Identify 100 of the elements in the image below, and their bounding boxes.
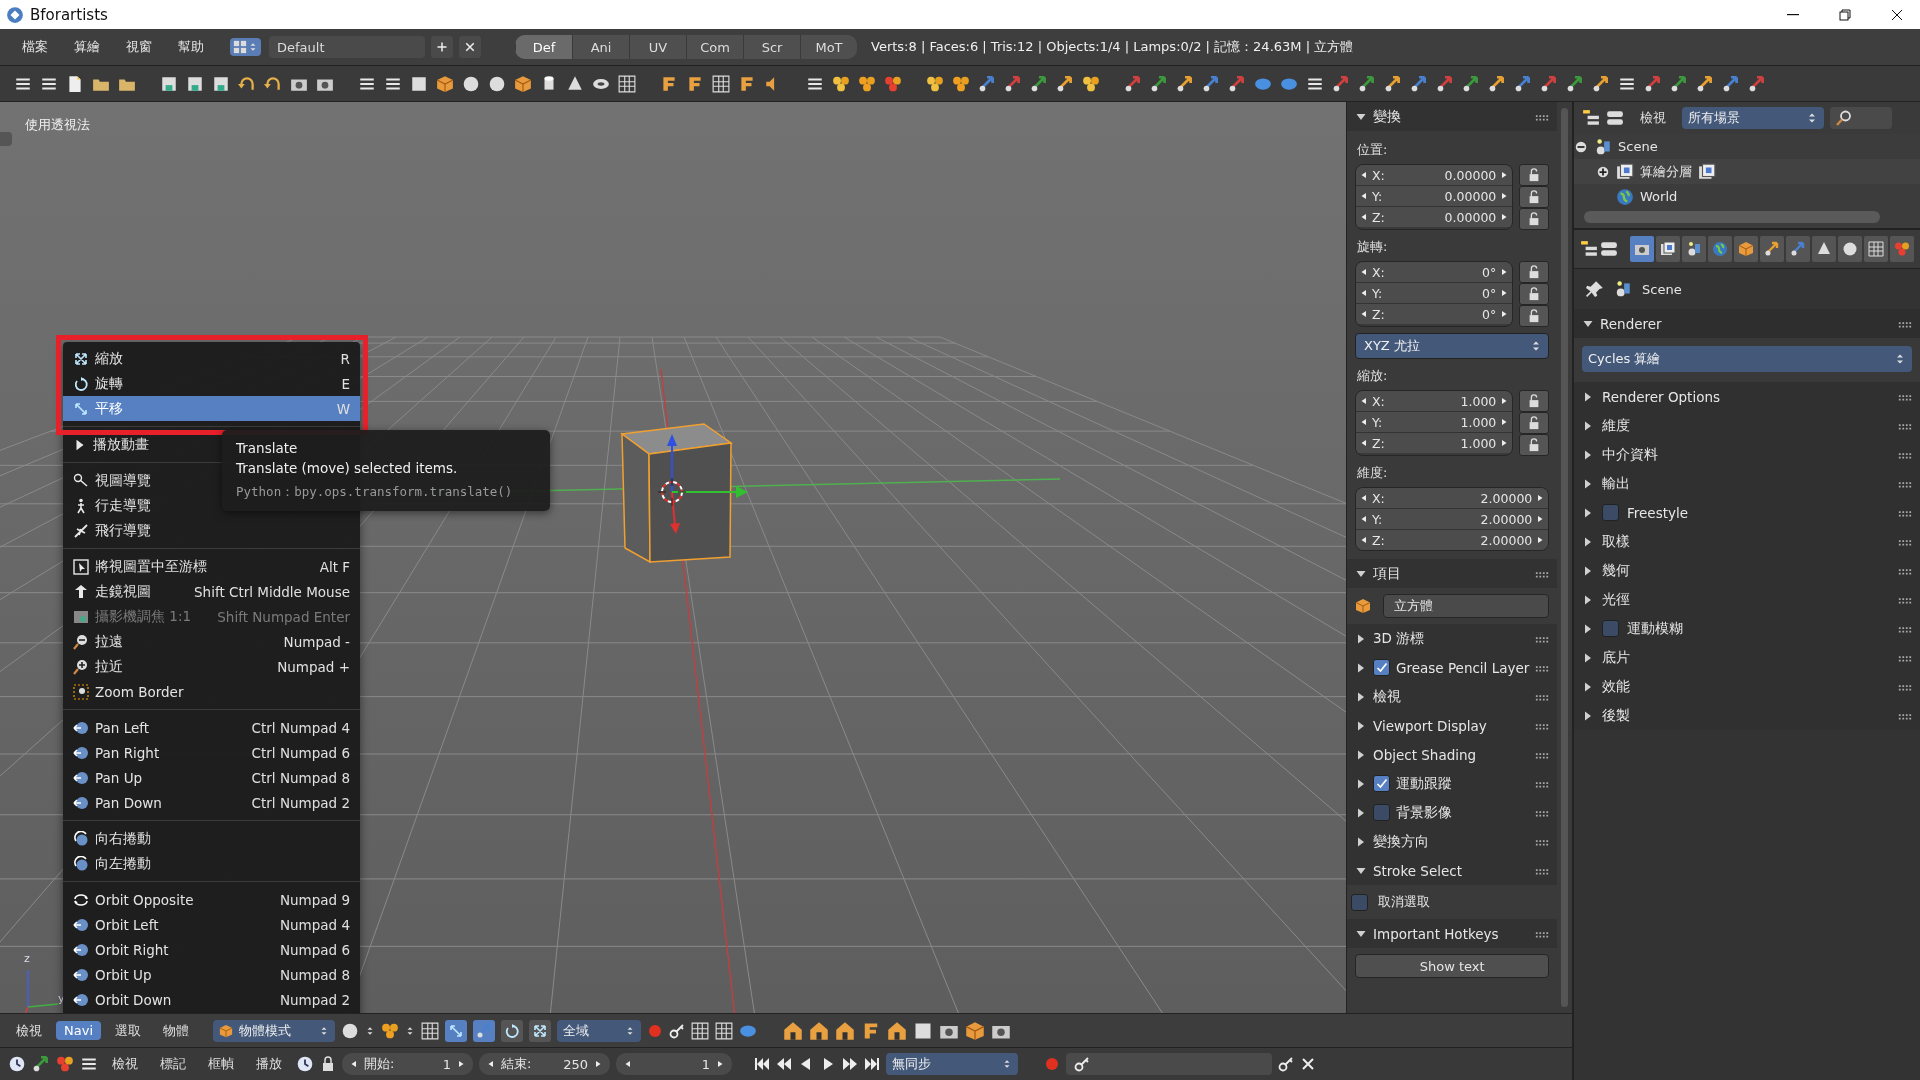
decrement-arrow-icon[interactable] (1360, 213, 1368, 221)
arrow-tool-icon[interactable] (1566, 74, 1584, 93)
number-field[interactable]: Z: 0° (1356, 304, 1513, 324)
cube-icon[interactable] (436, 74, 454, 93)
workspace-tab[interactable]: UV (629, 35, 686, 59)
decrement-arrow-icon[interactable] (1360, 536, 1368, 544)
outliner-row[interactable]: World (1574, 184, 1920, 209)
lock-button[interactable] (1519, 305, 1550, 327)
properties-tab[interactable] (1682, 236, 1706, 262)
header-menu[interactable]: 播放 (248, 1053, 290, 1075)
panel-header[interactable]: Stroke Select (1347, 856, 1558, 885)
properties-tab[interactable] (1864, 236, 1888, 262)
increment-arrow-icon[interactable] (1500, 418, 1509, 426)
menu-item[interactable]: Orbit Opposite Numpad 9 (63, 887, 360, 912)
increment-arrow-icon[interactable] (1500, 192, 1509, 200)
outliner-row[interactable]: 算繪分層 (1574, 159, 1920, 184)
number-field[interactable]: Y: 2.00000 (1356, 509, 1549, 530)
collapse-icon[interactable] (1574, 139, 1588, 154)
decrement-arrow-icon[interactable] (1360, 515, 1368, 523)
lock-button[interactable] (1519, 186, 1550, 208)
properties-tab[interactable] (1812, 236, 1836, 262)
record-icon[interactable] (1044, 1056, 1060, 1072)
number-field[interactable]: Y: 0° (1356, 283, 1513, 304)
grid-icon[interactable] (691, 1021, 709, 1040)
menu-item[interactable]: 算繪 (64, 36, 110, 58)
workspace-tab[interactable]: Def (515, 35, 572, 59)
increment-arrow-icon[interactable] (1536, 536, 1545, 544)
menu-item[interactable]: 視窗 (116, 36, 162, 58)
arrow-tool-icon[interactable] (1228, 74, 1246, 93)
decrement-arrow-icon[interactable] (1360, 418, 1368, 426)
key-icon[interactable] (1278, 1056, 1294, 1072)
grid-icon[interactable] (715, 1021, 733, 1040)
checkbox[interactable] (1602, 620, 1619, 637)
manipulator-button[interactable] (445, 1019, 467, 1042)
updown-arrows-icon[interactable] (365, 1025, 375, 1036)
arrow-tool-icon[interactable] (1410, 74, 1428, 93)
increment-arrow-icon[interactable] (1536, 515, 1545, 523)
increment-arrow-icon[interactable] (1500, 397, 1509, 405)
properties-tab[interactable] (1786, 236, 1810, 262)
checkbox[interactable] (1373, 659, 1390, 676)
panel-header[interactable]: Object Shading (1347, 740, 1558, 769)
dots-icon[interactable] (858, 74, 876, 93)
jump-start-icon[interactable] (754, 1056, 770, 1072)
header-menu[interactable]: 檢視 (104, 1053, 146, 1075)
grid-icon[interactable] (421, 1021, 439, 1040)
menu-item[interactable]: 拉近 Numpad + (63, 654, 360, 679)
increment-arrow-icon[interactable] (594, 1060, 602, 1068)
show-text-button[interactable]: Show text (1355, 954, 1550, 978)
object-name-field[interactable]: 立方體 (1383, 594, 1550, 618)
checkbox[interactable] (1602, 504, 1619, 521)
arrow-tool-icon[interactable] (1722, 74, 1740, 93)
panel-header[interactable]: 3D 游標 (1347, 624, 1558, 653)
arrow-tool-icon[interactable] (1696, 74, 1714, 93)
number-field[interactable]: X: 2.00000 (1356, 488, 1549, 509)
increment-arrow-icon[interactable] (716, 1060, 724, 1068)
jump-end-icon[interactable] (864, 1056, 880, 1072)
properties-tab[interactable] (1708, 236, 1732, 262)
panel-header[interactable]: 背景影像 (1347, 798, 1558, 827)
search-field[interactable] (1830, 107, 1892, 129)
workspace-tab[interactable]: Scr (743, 35, 800, 59)
sync-dropdown[interactable]: 無同步 (886, 1053, 1018, 1075)
panel-header[interactable]: Grease Pencil Layer (1347, 653, 1558, 682)
panel-header[interactable]: Important Hotkeys (1347, 919, 1558, 948)
close-icon[interactable] (1300, 1056, 1316, 1072)
increment-arrow-icon[interactable] (1500, 171, 1509, 179)
menu-item[interactable]: 檔案 (12, 36, 58, 58)
start-frame-field[interactable]: 開始: 1 (342, 1053, 473, 1075)
arrow-tool-icon[interactable] (1030, 74, 1048, 93)
decrement-arrow-icon[interactable] (1360, 289, 1368, 297)
increment-arrow-icon[interactable] (1500, 439, 1509, 447)
decrement-arrow-icon[interactable] (1360, 268, 1368, 276)
workspace-tab[interactable]: MoT (800, 35, 857, 59)
header-menu[interactable]: 框幀 (200, 1053, 242, 1075)
sphere-icon[interactable] (341, 1021, 359, 1040)
tree-view-icon[interactable] (1580, 240, 1598, 258)
letter-icon[interactable] (738, 74, 756, 93)
clock-icon[interactable] (8, 1055, 26, 1073)
dots-icon[interactable] (381, 1021, 399, 1040)
menu-item[interactable]: Orbit Down Numpad 2 (63, 987, 360, 1012)
dots-icon[interactable] (56, 1055, 74, 1073)
menu-item[interactable]: Pan Left Ctrl Numpad 4 (63, 715, 360, 740)
menu-item[interactable]: 幫助 (168, 36, 214, 58)
arrow-tool-icon[interactable] (1748, 74, 1766, 93)
menu-item[interactable]: Orbit Left Numpad 4 (63, 912, 360, 937)
lock-button[interactable] (1519, 390, 1550, 412)
panel-header[interactable]: 變換方向 (1347, 827, 1558, 856)
arrow-tool-icon[interactable] (1004, 74, 1022, 93)
house-icon[interactable] (809, 1020, 829, 1041)
lock-button[interactable] (1519, 412, 1550, 434)
header-menu[interactable]: 標記 (152, 1053, 194, 1075)
tree-view-icon[interactable] (1582, 109, 1600, 127)
increment-arrow-icon[interactable] (457, 1060, 465, 1068)
menu-item[interactable]: 平移 W (63, 396, 360, 421)
sphere-icon[interactable] (488, 74, 506, 93)
menu-item[interactable]: 飛行導覽 (63, 518, 360, 543)
menu-item[interactable]: 旋轉 E (63, 371, 360, 396)
mode-dropdown[interactable]: 物體模式 (213, 1019, 335, 1042)
panel-header[interactable]: 檢視 (1347, 682, 1558, 711)
checkbox[interactable] (1373, 804, 1390, 821)
clock-icon[interactable] (296, 1055, 314, 1073)
